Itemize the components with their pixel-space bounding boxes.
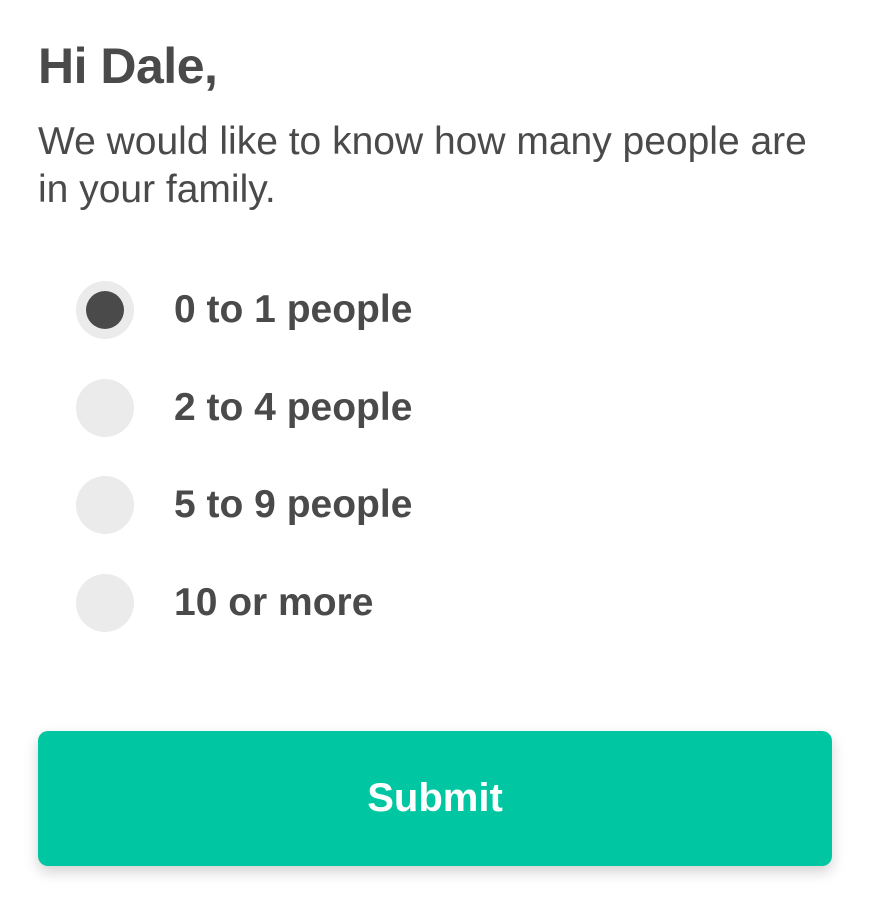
option-0-to-1[interactable]: 0 to 1 people — [76, 280, 676, 340]
greeting-heading: Hi Dale, — [38, 38, 218, 94]
radio-button-5-to-9[interactable] — [76, 476, 134, 534]
radio-button-0-to-1[interactable] — [76, 281, 134, 339]
question-text: We would like to know how many people ar… — [38, 120, 807, 211]
option-label: 5 to 9 people — [174, 483, 413, 526]
radio-button-10-or-more[interactable] — [76, 574, 134, 632]
submit-button[interactable]: Submit — [38, 731, 832, 866]
radio-selected-dot — [86, 291, 124, 329]
family-size-form: Hi Dale, We would like to know how many … — [0, 0, 870, 906]
option-10-or-more[interactable]: 10 or more — [76, 573, 676, 633]
option-label: 0 to 1 people — [174, 288, 413, 331]
option-label: 10 or more — [174, 581, 374, 624]
radio-button-2-to-4[interactable] — [76, 379, 134, 437]
option-label: 2 to 4 people — [174, 386, 413, 429]
option-5-to-9[interactable]: 5 to 9 people — [76, 475, 676, 535]
option-2-to-4[interactable]: 2 to 4 people — [76, 378, 676, 438]
